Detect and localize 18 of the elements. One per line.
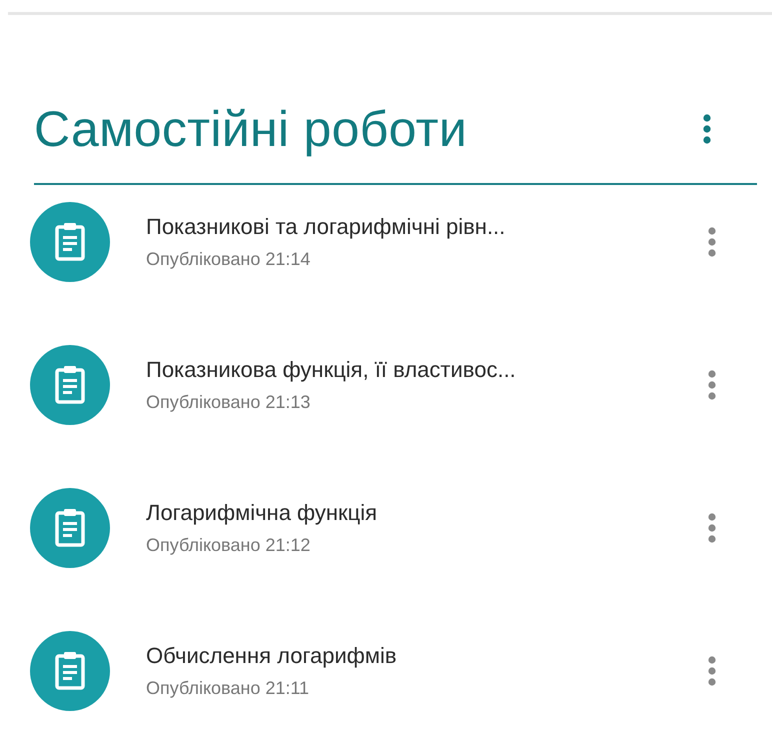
assignment-icon <box>30 202 110 282</box>
more-icon[interactable] <box>707 370 717 400</box>
published-time: Опубліковано 21:11 <box>146 678 310 699</box>
topic-title: Самостійні роботи <box>34 100 468 158</box>
assignment-icon <box>30 631 110 711</box>
more-icon[interactable] <box>702 114 712 144</box>
more-icon[interactable] <box>707 513 717 543</box>
assignment-title[interactable]: Показникові та логарифмічні рівн... <box>146 214 707 240</box>
published-time: Опубліковано 21:12 <box>146 535 312 556</box>
assignment-icon <box>30 488 110 568</box>
more-icon[interactable] <box>707 227 717 257</box>
published-time: Опубліковано 21:14 <box>146 249 312 270</box>
published-time: Опубліковано 21:13 <box>146 392 312 413</box>
assignment-title[interactable]: Логарифмічна функція <box>146 500 707 526</box>
assignment-icon <box>30 345 110 425</box>
assignment-title[interactable]: Обчислення логарифмів <box>146 643 707 669</box>
more-icon[interactable] <box>707 656 717 686</box>
assignment-title[interactable]: Показникова функція, її властивос... <box>146 357 707 383</box>
